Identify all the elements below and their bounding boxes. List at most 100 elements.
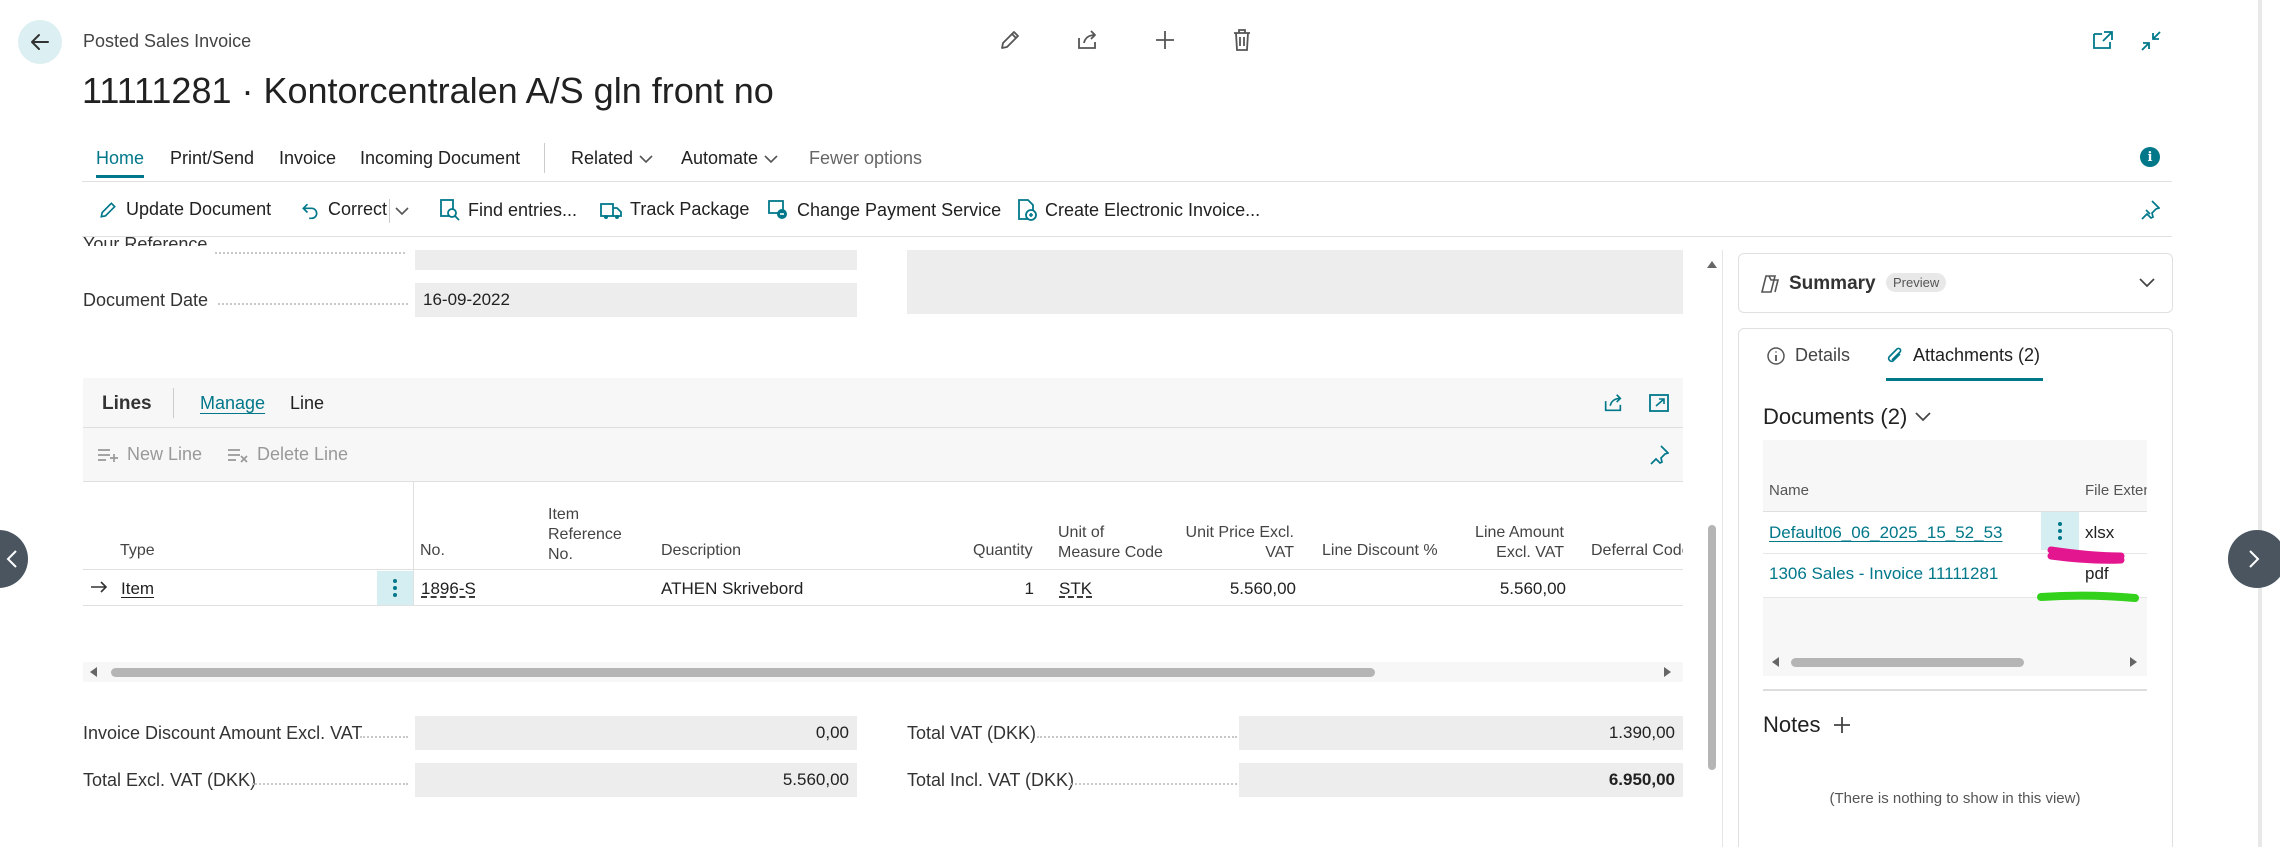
new-line-button[interactable]: New Line <box>97 444 202 465</box>
col-type[interactable]: Type <box>120 541 155 561</box>
create-electronic-invoice-button[interactable]: Create Electronic Invoice... <box>1017 199 1260 221</box>
expand-icon[interactable] <box>1648 392 1670 414</box>
info-icon[interactable]: i <box>2140 147 2160 167</box>
scrollbar-thumb[interactable] <box>1791 658 2024 667</box>
dotted-leader <box>1037 736 1237 738</box>
document-name[interactable]: Default06_06_2025_15_52_53 <box>1769 523 2003 543</box>
scrollbar-thumb[interactable] <box>111 668 1375 677</box>
your-reference-field[interactable] <box>415 250 857 270</box>
share-icon[interactable] <box>1075 28 1099 52</box>
col-line-discount[interactable]: Line Discount % <box>1322 541 1438 561</box>
scroll-right-icon[interactable] <box>2129 657 2137 667</box>
collapse-icon[interactable] <box>2140 30 2162 52</box>
update-document-button[interactable]: Update Document <box>98 199 271 220</box>
more-vertical-icon <box>2057 521 2063 541</box>
lines-title: Lines <box>102 393 152 414</box>
nav-divider <box>544 143 545 173</box>
tab-invoice[interactable]: Invoice <box>279 148 336 169</box>
page-scrollbar[interactable] <box>2258 0 2262 847</box>
horizontal-scrollbar[interactable] <box>83 662 1683 682</box>
total-incl-vat-field[interactable]: 6.950,00 <box>1239 763 1683 797</box>
total-vat-field[interactable]: 1.390,00 <box>1239 716 1683 750</box>
row-description[interactable]: ATHEN Skrivebord <box>661 579 803 599</box>
dotted-leader <box>218 303 408 305</box>
documents-col-ext[interactable]: File Exten <box>2085 482 2147 499</box>
col-deferral-code[interactable]: Deferral Code <box>1591 541 1683 561</box>
summary-card[interactable]: Summary Preview <box>1738 253 2173 313</box>
col-unit-price[interactable]: Unit Price Excl. VAT <box>1180 523 1294 563</box>
row-actions-button[interactable] <box>377 571 413 605</box>
next-record-button[interactable] <box>2228 530 2280 588</box>
previous-record-button[interactable] <box>0 530 28 588</box>
document-ext: xlsx <box>2085 523 2115 542</box>
add-note-icon[interactable] <box>1832 715 1852 735</box>
col-unit-price-line1: Unit Price Excl. <box>1185 524 1294 541</box>
scroll-right-icon[interactable] <box>1663 667 1671 677</box>
delete-icon[interactable] <box>1231 28 1253 52</box>
total-excl-vat-field[interactable]: 5.560,00 <box>415 763 857 797</box>
col-line-amount[interactable]: Line Amount Excl. VAT <box>1450 523 1564 563</box>
col-description[interactable]: Description <box>661 541 741 561</box>
main-vertical-scrollbar[interactable] <box>1703 255 1721 847</box>
share-icon[interactable] <box>1602 392 1624 414</box>
lines-tab-line[interactable]: Line <box>290 393 324 414</box>
documents-header[interactable]: Documents (2) <box>1763 404 1931 430</box>
total-vat-label: Total VAT (DKK) <box>907 723 1037 743</box>
info-outline-icon <box>1766 346 1786 366</box>
edit-icon[interactable] <box>998 28 1022 52</box>
col-item-ref-line3: No. <box>548 546 573 563</box>
col-quantity[interactable]: Quantity <box>973 541 1033 561</box>
scroll-left-icon[interactable] <box>1772 657 1780 667</box>
col-item-reference[interactable]: Item Reference No. <box>548 505 622 565</box>
related-menu[interactable]: Related <box>571 148 653 169</box>
table-row[interactable] <box>83 570 1683 606</box>
chevron-down-icon[interactable] <box>395 206 409 216</box>
row-no[interactable]: 1896-S <box>421 579 476 599</box>
row-unit-price[interactable]: 5.560,00 <box>1190 579 1296 599</box>
your-reference-label: Your Reference <box>83 234 208 246</box>
automate-menu[interactable]: Automate <box>681 148 778 169</box>
document-date-field[interactable]: 16-09-2022 <box>415 283 857 317</box>
delete-line-button[interactable]: Delete Line <box>227 444 348 465</box>
tab-details[interactable]: Details <box>1766 345 1850 366</box>
tab-incoming-document[interactable]: Incoming Document <box>360 148 520 169</box>
col-no[interactable]: No. <box>420 541 445 561</box>
new-line-label: New Line <box>127 444 203 464</box>
dotted-leader <box>215 252 405 254</box>
plus-icon[interactable] <box>1153 28 1177 52</box>
tab-home[interactable]: Home <box>96 148 145 178</box>
change-payment-service-button[interactable]: Change Payment Service <box>767 199 1001 221</box>
row-uom[interactable]: STK <box>1059 579 1092 599</box>
fewer-options-button[interactable]: Fewer options <box>809 148 922 169</box>
correct-button[interactable]: Correct <box>300 199 387 220</box>
open-new-window-icon[interactable] <box>2092 30 2114 50</box>
lines-header-sep <box>83 427 1683 428</box>
dotted-leader <box>1070 783 1237 785</box>
row-type[interactable]: Item <box>121 579 154 599</box>
lines-tab-manage[interactable]: Manage <box>200 393 265 414</box>
row-quantity[interactable]: 1 <box>1000 579 1034 599</box>
chevron-down-icon <box>639 154 653 164</box>
tab-attachments[interactable]: Attachments (2) <box>1886 345 2040 366</box>
document-name[interactable]: 1306 Sales - Invoice 11111281 <box>1769 564 1998 584</box>
find-entries-button[interactable]: Find entries... <box>440 199 577 221</box>
documents-col-name[interactable]: Name <box>1769 482 1809 499</box>
row-line-amount[interactable]: 5.560,00 <box>1460 579 1566 599</box>
scrollbar-thumb[interactable] <box>1708 525 1716 770</box>
find-entries-label: Find entries... <box>468 199 578 220</box>
notes-header[interactable]: Notes <box>1763 712 1852 738</box>
scroll-up-icon[interactable] <box>1707 260 1717 268</box>
track-package-button[interactable]: Track Package <box>600 199 749 220</box>
total-incl-vat-label: Total Incl. VAT (DKK) <box>907 770 1075 790</box>
col-uom[interactable]: Unit of Measure Code <box>1058 523 1163 563</box>
invoice-discount-field[interactable]: 0,00 <box>415 716 857 750</box>
tab-details-label: Details <box>1795 345 1851 365</box>
pin-icon[interactable] <box>2140 200 2160 220</box>
scroll-left-icon[interactable] <box>90 667 98 677</box>
pin-icon[interactable] <box>1649 445 1669 465</box>
tab-print-send[interactable]: Print/Send <box>170 148 254 169</box>
document-ext: pdf <box>2085 564 2109 583</box>
correct-label: Correct <box>328 199 388 219</box>
back-button[interactable] <box>18 20 62 64</box>
chevron-down-icon[interactable] <box>2139 278 2155 288</box>
